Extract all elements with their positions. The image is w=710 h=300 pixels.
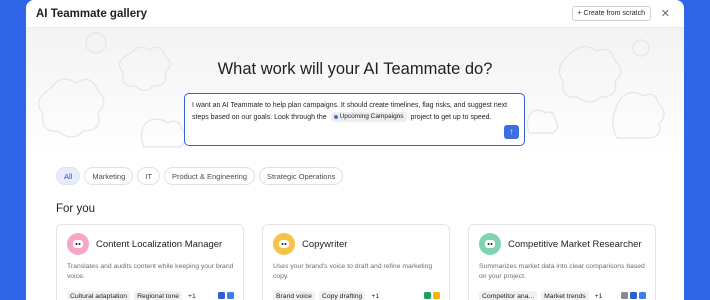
- integration-app-icon: [621, 292, 628, 299]
- prompt-textarea[interactable]: I want an AI Teammate to help plan campa…: [184, 93, 525, 146]
- card-tag: Cultural adaptation: [67, 291, 131, 300]
- card-app-icons: [621, 292, 646, 299]
- card-tag: Copy drafting: [318, 291, 366, 300]
- close-icon[interactable]: ✕: [661, 7, 670, 21]
- filter-strategic-operations[interactable]: Strategic Operations: [259, 167, 344, 185]
- card-more-tags: +1: [594, 293, 603, 300]
- ai-teammate-gallery-modal: AI Teammate gallery + Create from scratc…: [26, 0, 684, 300]
- integration-app-icon: [630, 292, 637, 299]
- filter-all[interactable]: All: [56, 167, 81, 185]
- robot-face-icon: [273, 233, 295, 255]
- integration-app-icon: [227, 292, 234, 299]
- hero-section: What work will your AI Teammate do? I wa…: [26, 28, 684, 153]
- robot-face-icon: [67, 233, 89, 255]
- card-description: Uses your brand's voice to draft and ref…: [273, 263, 433, 280]
- card-tag: Competitor ana...: [479, 291, 538, 300]
- card-description: Translates and audits content while keep…: [67, 263, 234, 280]
- card-title: Competitive Market Researcher: [508, 238, 642, 250]
- project-dot-icon: [333, 115, 338, 119]
- teammate-cards: Content Localization Manager Translates …: [56, 224, 656, 300]
- create-from-scratch-button[interactable]: + Create from scratch: [571, 6, 651, 21]
- modal-title: AI Teammate gallery: [36, 7, 148, 20]
- prompt-text-end: project to get up to speed.: [410, 114, 492, 121]
- card-tag: Regional tone: [134, 291, 183, 300]
- card-more-tags: +1: [371, 293, 380, 300]
- integration-app-icon: [639, 292, 646, 299]
- teammate-card[interactable]: Copywriter Uses your brand's voice to dr…: [262, 224, 450, 300]
- filter-it[interactable]: IT: [137, 167, 160, 185]
- card-tag: Market trends: [541, 291, 589, 300]
- section-title-for-you: For you: [56, 203, 95, 215]
- hero-headline: What work will your AI Teammate do?: [217, 60, 493, 78]
- teammate-card[interactable]: Competitive Market Researcher Summarizes…: [468, 224, 656, 300]
- filter-marketing[interactable]: Marketing: [84, 167, 134, 185]
- card-title: Copywriter: [302, 238, 348, 250]
- card-app-icons: [218, 292, 234, 299]
- send-arrow-icon[interactable]: ↑: [504, 125, 519, 139]
- integration-app-icon: [433, 292, 440, 299]
- project-chip-label: Upcoming Campaigns: [339, 113, 404, 120]
- integration-app-icon: [218, 292, 225, 299]
- card-tag: Brand voice: [273, 291, 315, 300]
- filter-product-engineering[interactable]: Product & Engineering: [163, 167, 256, 185]
- project-chip[interactable]: Upcoming Campaigns: [330, 112, 407, 122]
- robot-face-icon: [479, 233, 501, 255]
- modal-header: AI Teammate gallery + Create from scratc…: [26, 0, 684, 28]
- card-title: Content Localization Manager: [96, 238, 223, 250]
- teammate-card[interactable]: Content Localization Manager Translates …: [56, 224, 244, 300]
- card-more-tags: +1: [188, 293, 196, 300]
- category-filters: All Marketing IT Product & Engineering S…: [56, 167, 344, 185]
- integration-app-icon: [424, 292, 431, 299]
- card-app-icons: [424, 292, 440, 299]
- card-description: Summarizes market data into clear compar…: [479, 263, 645, 280]
